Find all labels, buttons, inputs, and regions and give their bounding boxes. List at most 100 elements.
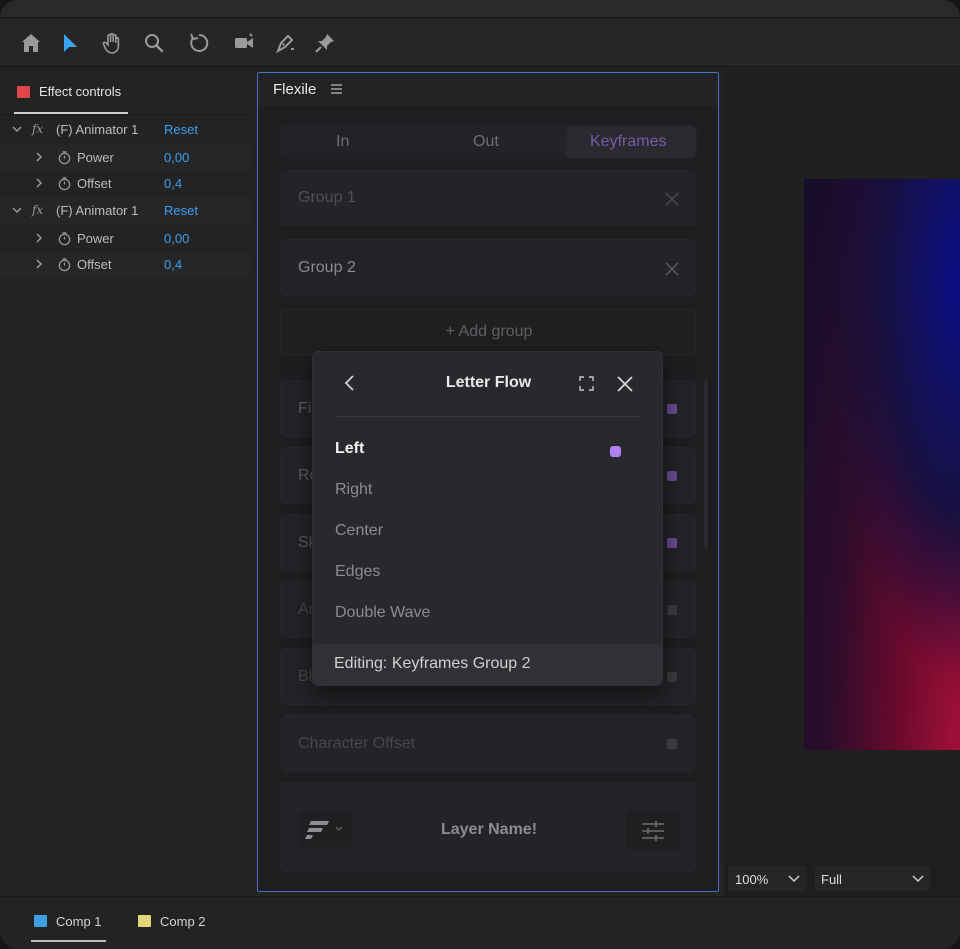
fullscreen-icon[interactable] — [579, 376, 594, 391]
group-name: Group 1 — [298, 189, 356, 206]
property-name: Power — [77, 150, 114, 165]
keyframe-dot — [667, 605, 677, 615]
rotate-icon[interactable] — [185, 29, 213, 57]
pen-icon[interactable] — [271, 29, 299, 57]
panel-title: Flexile — [273, 81, 317, 98]
tab-keyframes[interactable]: Keyframes — [590, 133, 666, 151]
comp-color-swatch — [34, 915, 47, 927]
comp-tab-label: Comp 1 — [56, 914, 102, 929]
effect-name: (F) Animator 1 — [56, 122, 139, 137]
keyframe-dot — [667, 672, 677, 682]
chevron-down-icon[interactable] — [11, 204, 23, 216]
tab-out[interactable]: Out — [473, 133, 499, 151]
fx-icon: fx — [32, 122, 44, 136]
property-name: Offset — [77, 176, 112, 191]
resolution-value: Full — [821, 872, 842, 887]
add-group-label: + Add group — [445, 323, 533, 340]
effect-group-row[interactable]: fx (F) Animator 1 Reset — [0, 117, 250, 143]
home-icon[interactable] — [17, 29, 45, 57]
reset-link[interactable]: Reset — [164, 203, 198, 218]
add-group-button[interactable]: + Add group — [280, 309, 696, 355]
app-window: Effect controls fx (F) Animator 1 Reset … — [0, 0, 960, 949]
keyframe-dot — [667, 739, 677, 749]
property-value[interactable]: 0,00 — [164, 231, 189, 246]
stopwatch-icon[interactable] — [57, 257, 72, 272]
composition-preview[interactable] — [804, 179, 960, 750]
stopwatch-icon[interactable] — [57, 176, 72, 191]
chevron-right-icon[interactable] — [33, 258, 45, 270]
character-offset-row[interactable]: Character Offset — [280, 715, 696, 771]
zoom-icon[interactable] — [140, 29, 168, 57]
property-name: Offset — [77, 257, 112, 272]
property-row[interactable]: Offset 0,4 — [0, 252, 250, 278]
popup-title: Letter Flow — [445, 374, 532, 391]
fx-icon: fx — [32, 203, 44, 217]
stopwatch-icon[interactable] — [57, 231, 72, 246]
tab-in[interactable]: In — [336, 133, 349, 151]
popup-divider — [335, 416, 641, 417]
comp-color-swatch — [138, 915, 151, 927]
keyframe-dot — [667, 404, 677, 414]
group-name: Group 2 — [298, 259, 356, 276]
stopwatch-icon[interactable] — [57, 150, 72, 165]
option-right[interactable]: Right — [335, 481, 372, 499]
layer-bar: Layer Name! — [280, 782, 696, 872]
menu-icon[interactable] — [331, 84, 342, 94]
property-name: Power — [77, 231, 114, 246]
property-row[interactable]: Offset 0,4 — [0, 171, 250, 197]
popup-footer: Editing: Keyframes Group 2 — [313, 644, 662, 685]
effect-controls-panel: Effect controls fx (F) Animator 1 Reset … — [0, 68, 250, 896]
zoom-select[interactable]: 100% — [728, 866, 806, 891]
comp-tab-label: Comp 2 — [160, 914, 206, 929]
resolution-select[interactable]: Full — [815, 866, 930, 891]
editing-status: Editing: Keyframes Group 2 — [334, 655, 531, 672]
remove-icon[interactable] — [665, 192, 679, 206]
panel-color-swatch — [17, 86, 30, 98]
property-value[interactable]: 0,00 — [164, 150, 189, 165]
chevron-right-icon[interactable] — [33, 177, 45, 189]
effect-controls-tab-label: Effect controls — [39, 84, 122, 99]
option-edges[interactable]: Edges — [335, 563, 380, 581]
option-row-label: Fi — [298, 400, 312, 417]
property-row[interactable]: Power 0,00 — [0, 226, 250, 252]
chevron-right-icon[interactable] — [33, 232, 45, 244]
scrollbar[interactable] — [704, 379, 708, 549]
option-double-wave[interactable]: Double Wave — [335, 604, 430, 622]
title-strip — [0, 0, 960, 18]
toolbar — [0, 19, 960, 67]
camera-icon[interactable] — [230, 29, 258, 57]
comp-tab-bar: Comp 1 Comp 2 — [0, 896, 960, 949]
settings-button[interactable] — [626, 811, 680, 851]
reset-link[interactable]: Reset — [164, 122, 198, 137]
remove-icon[interactable] — [665, 262, 679, 276]
sliders-icon — [642, 821, 664, 841]
group-card[interactable]: Group 2 — [280, 239, 696, 296]
zoom-value: 100% — [735, 872, 769, 887]
effect-name: (F) Animator 1 — [56, 203, 139, 218]
pin-icon[interactable] — [311, 29, 339, 57]
property-value[interactable]: 0,4 — [164, 176, 182, 191]
close-icon[interactable] — [615, 374, 635, 394]
chevron-down-icon[interactable] — [11, 123, 23, 135]
chevron-right-icon[interactable] — [33, 151, 45, 163]
effect-group-row[interactable]: fx (F) Animator 1 Reset — [0, 198, 250, 224]
tab-underline — [14, 112, 128, 114]
option-left[interactable]: Left — [335, 440, 364, 458]
option-row-label: Bl — [298, 668, 313, 685]
tab-bar: In Out Keyframes — [280, 125, 697, 159]
property-value[interactable]: 0,4 — [164, 257, 182, 272]
panel-header: Flexile — [258, 73, 718, 106]
property-row[interactable]: Power 0,00 — [0, 145, 250, 171]
letter-flow-popup: Letter Flow Left Right Center Edges Doub… — [312, 351, 663, 686]
active-tab-underline — [31, 940, 106, 942]
keyframe-dot — [667, 471, 677, 481]
chevron-down-icon — [788, 875, 800, 883]
keyframe-dot — [667, 538, 677, 548]
chevron-down-icon — [912, 875, 924, 883]
hand-icon[interactable] — [98, 29, 126, 57]
group-card[interactable]: Group 1 — [280, 170, 696, 226]
selection-arrow-icon[interactable] — [56, 29, 84, 57]
effect-controls-tab[interactable]: Effect controls — [0, 68, 250, 115]
option-center[interactable]: Center — [335, 522, 383, 540]
character-offset-label: Character Offset — [298, 735, 416, 752]
